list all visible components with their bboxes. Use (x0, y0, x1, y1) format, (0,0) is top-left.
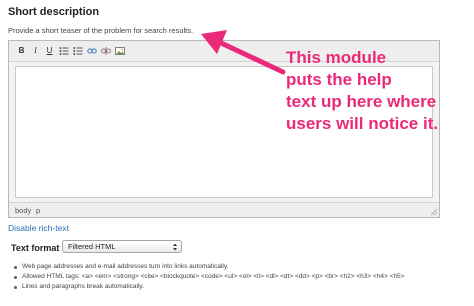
path-body[interactable]: body (15, 206, 31, 215)
resize-handle-icon[interactable] (429, 207, 437, 215)
link-icon (86, 48, 97, 53)
italic-icon: I (34, 46, 37, 55)
annotation-line: This module (286, 48, 387, 67)
field-help-text: Provide a short teaser of the problem fo… (8, 26, 194, 35)
list-item: Web page addresses and e-mail addresses … (13, 262, 404, 272)
underline-button[interactable]: U (43, 44, 56, 57)
underline-icon: U (46, 46, 53, 55)
text-format-select[interactable]: Filtered HTML (62, 240, 182, 253)
list-item: Allowed HTML tags: <a> <em> <strong> <ci… (13, 272, 404, 282)
annotation-line: users will notice it. (286, 114, 439, 133)
bold-button[interactable]: B (15, 44, 28, 57)
annotation-line: text up here where (286, 92, 437, 111)
text-format-selected: Filtered HTML (68, 242, 116, 251)
format-tips-list: Web page addresses and e-mail addresses … (13, 262, 404, 292)
italic-button[interactable]: I (29, 44, 42, 57)
editor-statusbar: body p (9, 202, 439, 217)
numbered-list-icon (73, 46, 82, 55)
annotation-line: puts the help (286, 70, 392, 89)
bulleted-list-icon (59, 46, 68, 55)
bulleted-list-button[interactable] (57, 44, 70, 57)
list-item: Lines and paragraphs break automatically… (13, 282, 404, 292)
path-p[interactable]: p (36, 206, 40, 215)
bold-icon: B (18, 46, 25, 55)
disable-rich-text-link[interactable]: Disable rich-text (8, 223, 69, 233)
link-button[interactable] (85, 44, 98, 57)
text-format-label: Text format (11, 243, 60, 253)
insert-image-button[interactable] (113, 44, 126, 57)
unlink-button[interactable] (99, 44, 112, 57)
unlink-icon (100, 46, 111, 55)
annotation-arrow-icon (201, 30, 286, 75)
image-icon (114, 46, 125, 55)
section-title: Short description (8, 6, 100, 18)
select-arrows-icon (173, 243, 177, 251)
annotation-callout: This module puts the help text up here w… (286, 47, 466, 135)
numbered-list-button[interactable] (71, 44, 84, 57)
